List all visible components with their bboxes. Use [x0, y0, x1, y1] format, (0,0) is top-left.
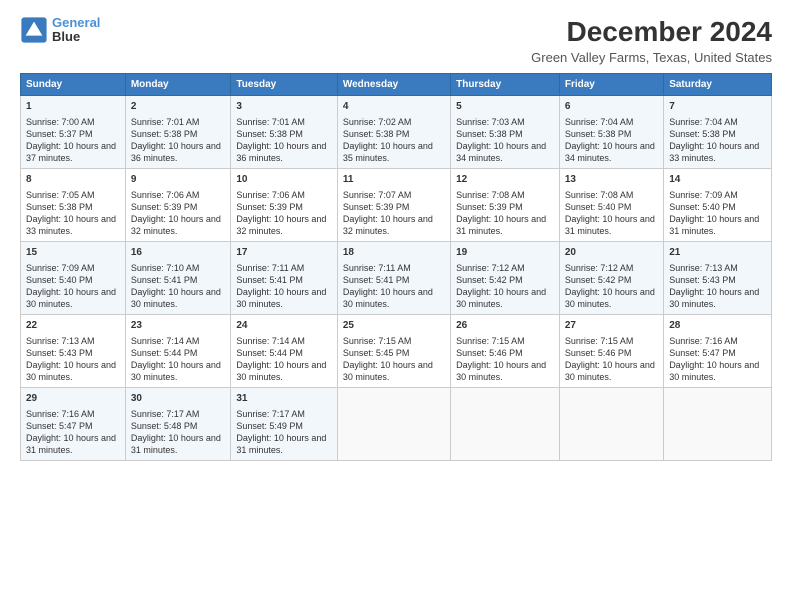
logo: GeneralBlue: [20, 16, 100, 45]
calendar-cell: [559, 388, 663, 461]
calendar-cell: 10Sunrise: 7:06 AMSunset: 5:39 PMDayligh…: [231, 169, 337, 242]
day-number: 12: [456, 173, 554, 187]
day-number: 14: [669, 173, 766, 187]
calendar-cell: 11Sunrise: 7:07 AMSunset: 5:39 PMDayligh…: [337, 169, 450, 242]
header: GeneralBlue December 2024 Green Valley F…: [20, 16, 772, 65]
calendar-table: Sunday Monday Tuesday Wednesday Thursday…: [20, 73, 772, 461]
calendar-cell: 2Sunrise: 7:01 AMSunset: 5:38 PMDaylight…: [125, 96, 231, 169]
calendar-cell: 25Sunrise: 7:15 AMSunset: 5:45 PMDayligh…: [337, 315, 450, 388]
calendar-cell: 5Sunrise: 7:03 AMSunset: 5:38 PMDaylight…: [451, 96, 560, 169]
day-number: 18: [343, 246, 445, 260]
day-number: 5: [456, 100, 554, 114]
calendar-header-row: Sunday Monday Tuesday Wednesday Thursday…: [21, 74, 772, 96]
calendar-cell: 26Sunrise: 7:15 AMSunset: 5:46 PMDayligh…: [451, 315, 560, 388]
calendar-cell: 4Sunrise: 7:02 AMSunset: 5:38 PMDaylight…: [337, 96, 450, 169]
calendar-week-row: 22Sunrise: 7:13 AMSunset: 5:43 PMDayligh…: [21, 315, 772, 388]
col-thursday: Thursday: [451, 74, 560, 96]
col-wednesday: Wednesday: [337, 74, 450, 96]
calendar-cell: 30Sunrise: 7:17 AMSunset: 5:48 PMDayligh…: [125, 388, 231, 461]
calendar-cell: 21Sunrise: 7:13 AMSunset: 5:43 PMDayligh…: [664, 242, 772, 315]
calendar-cell: 13Sunrise: 7:08 AMSunset: 5:40 PMDayligh…: [559, 169, 663, 242]
day-number: 11: [343, 173, 445, 187]
col-monday: Monday: [125, 74, 231, 96]
calendar-cell: 16Sunrise: 7:10 AMSunset: 5:41 PMDayligh…: [125, 242, 231, 315]
day-number: 2: [131, 100, 226, 114]
day-number: 3: [236, 100, 331, 114]
sub-title: Green Valley Farms, Texas, United States: [531, 50, 772, 65]
day-number: 20: [565, 246, 658, 260]
day-number: 8: [26, 173, 120, 187]
day-number: 17: [236, 246, 331, 260]
calendar-cell: 20Sunrise: 7:12 AMSunset: 5:42 PMDayligh…: [559, 242, 663, 315]
calendar-cell: [337, 388, 450, 461]
day-number: 19: [456, 246, 554, 260]
day-number: 22: [26, 319, 120, 333]
calendar-week-row: 15Sunrise: 7:09 AMSunset: 5:40 PMDayligh…: [21, 242, 772, 315]
calendar-cell: 1Sunrise: 7:00 AMSunset: 5:37 PMDaylight…: [21, 96, 126, 169]
main-title: December 2024: [531, 16, 772, 48]
calendar-cell: 12Sunrise: 7:08 AMSunset: 5:39 PMDayligh…: [451, 169, 560, 242]
calendar-cell: 31Sunrise: 7:17 AMSunset: 5:49 PMDayligh…: [231, 388, 337, 461]
calendar-cell: 7Sunrise: 7:04 AMSunset: 5:38 PMDaylight…: [664, 96, 772, 169]
calendar-cell: 19Sunrise: 7:12 AMSunset: 5:42 PMDayligh…: [451, 242, 560, 315]
calendar-cell: 27Sunrise: 7:15 AMSunset: 5:46 PMDayligh…: [559, 315, 663, 388]
day-number: 26: [456, 319, 554, 333]
logo-icon: [20, 16, 48, 44]
calendar-cell: 24Sunrise: 7:14 AMSunset: 5:44 PMDayligh…: [231, 315, 337, 388]
title-block: December 2024 Green Valley Farms, Texas,…: [531, 16, 772, 65]
col-friday: Friday: [559, 74, 663, 96]
calendar-week-row: 1Sunrise: 7:00 AMSunset: 5:37 PMDaylight…: [21, 96, 772, 169]
day-number: 15: [26, 246, 120, 260]
day-number: 16: [131, 246, 226, 260]
day-number: 10: [236, 173, 331, 187]
day-number: 23: [131, 319, 226, 333]
col-sunday: Sunday: [21, 74, 126, 96]
calendar-cell: 9Sunrise: 7:06 AMSunset: 5:39 PMDaylight…: [125, 169, 231, 242]
day-number: 1: [26, 100, 120, 114]
day-number: 27: [565, 319, 658, 333]
day-number: 28: [669, 319, 766, 333]
calendar-cell: 15Sunrise: 7:09 AMSunset: 5:40 PMDayligh…: [21, 242, 126, 315]
day-number: 31: [236, 392, 331, 406]
day-number: 7: [669, 100, 766, 114]
calendar-cell: 6Sunrise: 7:04 AMSunset: 5:38 PMDaylight…: [559, 96, 663, 169]
day-number: 24: [236, 319, 331, 333]
calendar-cell: 29Sunrise: 7:16 AMSunset: 5:47 PMDayligh…: [21, 388, 126, 461]
calendar-cell: 17Sunrise: 7:11 AMSunset: 5:41 PMDayligh…: [231, 242, 337, 315]
day-number: 4: [343, 100, 445, 114]
day-number: 9: [131, 173, 226, 187]
calendar-week-row: 29Sunrise: 7:16 AMSunset: 5:47 PMDayligh…: [21, 388, 772, 461]
calendar-cell: 14Sunrise: 7:09 AMSunset: 5:40 PMDayligh…: [664, 169, 772, 242]
calendar-cell: 28Sunrise: 7:16 AMSunset: 5:47 PMDayligh…: [664, 315, 772, 388]
calendar-cell: 8Sunrise: 7:05 AMSunset: 5:38 PMDaylight…: [21, 169, 126, 242]
calendar-cell: 3Sunrise: 7:01 AMSunset: 5:38 PMDaylight…: [231, 96, 337, 169]
day-number: 13: [565, 173, 658, 187]
col-tuesday: Tuesday: [231, 74, 337, 96]
calendar-week-row: 8Sunrise: 7:05 AMSunset: 5:38 PMDaylight…: [21, 169, 772, 242]
calendar-cell: 18Sunrise: 7:11 AMSunset: 5:41 PMDayligh…: [337, 242, 450, 315]
calendar-cell: 23Sunrise: 7:14 AMSunset: 5:44 PMDayligh…: [125, 315, 231, 388]
page: GeneralBlue December 2024 Green Valley F…: [0, 0, 792, 612]
logo-text: GeneralBlue: [52, 16, 100, 45]
day-number: 25: [343, 319, 445, 333]
calendar-cell: [664, 388, 772, 461]
calendar-cell: 22Sunrise: 7:13 AMSunset: 5:43 PMDayligh…: [21, 315, 126, 388]
day-number: 29: [26, 392, 120, 406]
day-number: 21: [669, 246, 766, 260]
day-number: 6: [565, 100, 658, 114]
calendar-cell: [451, 388, 560, 461]
col-saturday: Saturday: [664, 74, 772, 96]
day-number: 30: [131, 392, 226, 406]
